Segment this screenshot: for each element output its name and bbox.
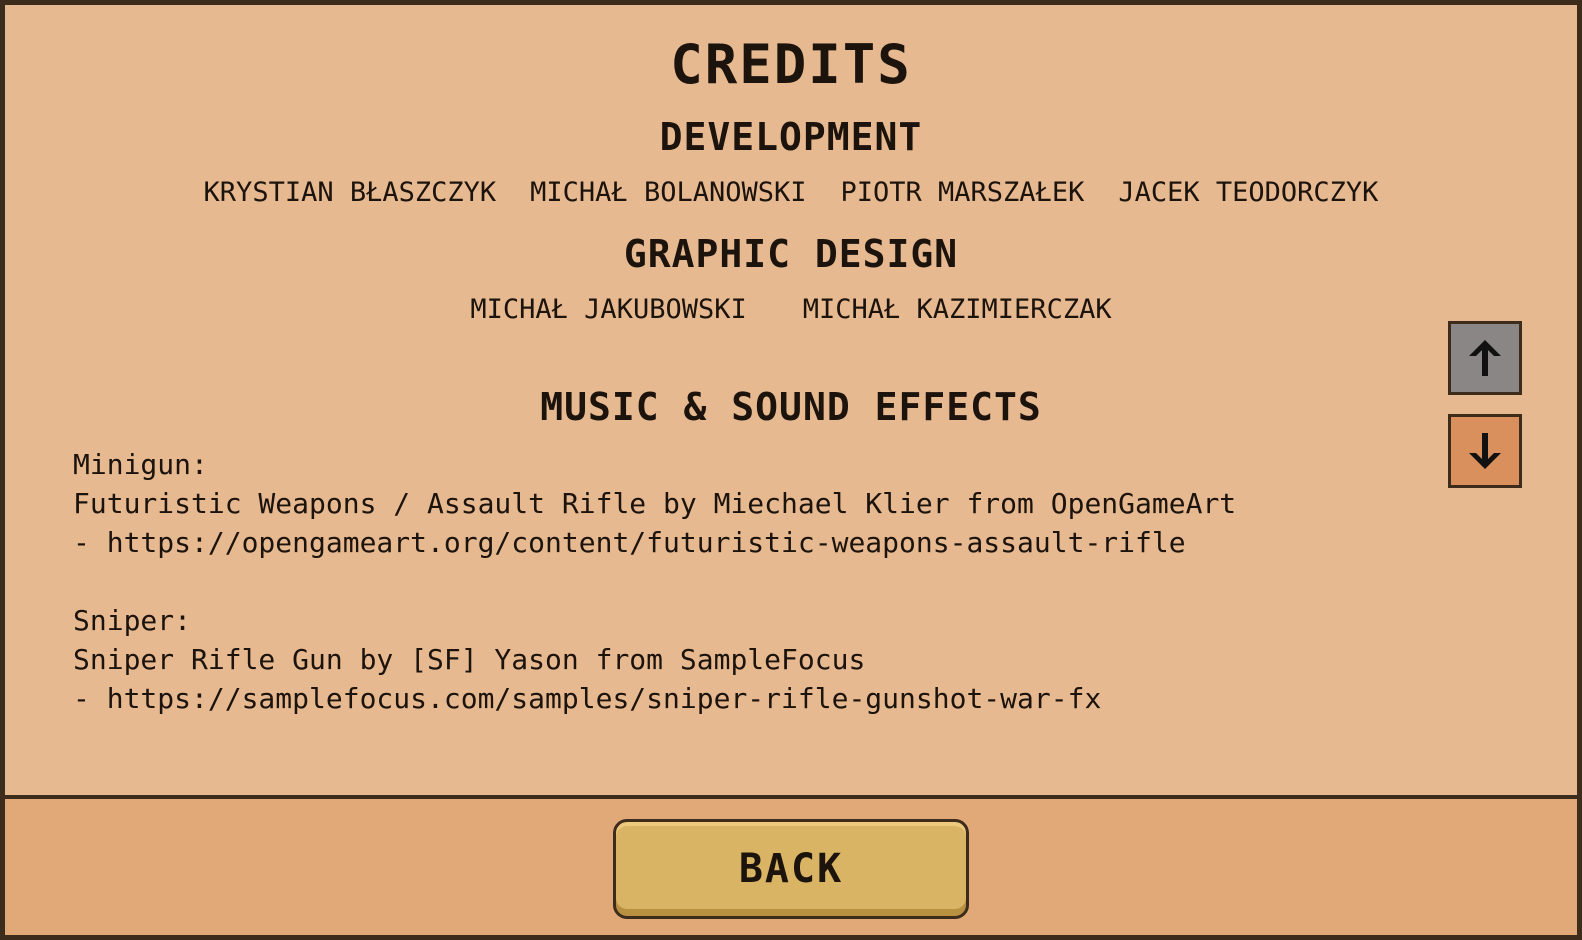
credits-screen: CREDITS DEVELOPMENT KRYSTIAN BŁASZCZYK M… — [0, 0, 1582, 940]
arrow-down-icon — [1469, 433, 1501, 469]
sound-credit-line — [73, 562, 1236, 601]
arrow-up-icon — [1469, 340, 1501, 376]
developer-name: MICHAŁ BOLANOWSKI — [530, 177, 807, 208]
developer-name: PIOTR MARSZAŁEK — [840, 177, 1085, 208]
sound-credit-line: - https://opengameart.org/content/futuri… — [73, 526, 1186, 559]
developer-name: KRYSTIAN BŁASZCZYK — [203, 177, 497, 208]
designer-name: MICHAŁ KAZIMIERCZAK — [802, 294, 1112, 325]
designer-name: MICHAŁ JAKUBOWSKI — [470, 294, 747, 325]
graphic-design-names: MICHAŁ JAKUBOWSKI MICHAŁ KAZIMIERCZAK — [5, 294, 1577, 325]
sound-credit-line: Sniper: — [73, 604, 192, 637]
sound-credit-line: Minigun: — [73, 448, 208, 481]
sound-credit-line: - https://samplefocus.com/samples/sniper… — [73, 682, 1102, 715]
scroll-down-button[interactable] — [1448, 414, 1522, 488]
footer-bar: BACK — [5, 795, 1577, 935]
sound-credit-line: Futuristic Weapons / Assault Rifle by Mi… — [73, 487, 1237, 520]
development-names: KRYSTIAN BŁASZCZYK MICHAŁ BOLANOWSKI PIO… — [5, 177, 1577, 208]
developer-name: JACEK TEODORCZYK — [1118, 177, 1379, 208]
page-title: CREDITS — [670, 33, 912, 96]
music-heading: MUSIC & SOUND EFFECTS — [540, 385, 1042, 429]
sound-credits: Minigun: Futuristic Weapons / Assault Ri… — [73, 445, 1236, 718]
sound-credit-line: Sniper Rifle Gun by [SF] Yason from Samp… — [73, 643, 866, 676]
back-button[interactable]: BACK — [613, 819, 969, 919]
development-heading: DEVELOPMENT — [659, 115, 923, 159]
graphic-design-heading: GRAPHIC DESIGN — [623, 232, 959, 276]
credits-content[interactable]: CREDITS DEVELOPMENT KRYSTIAN BŁASZCZYK M… — [5, 5, 1577, 795]
scroll-up-button[interactable] — [1448, 321, 1522, 395]
